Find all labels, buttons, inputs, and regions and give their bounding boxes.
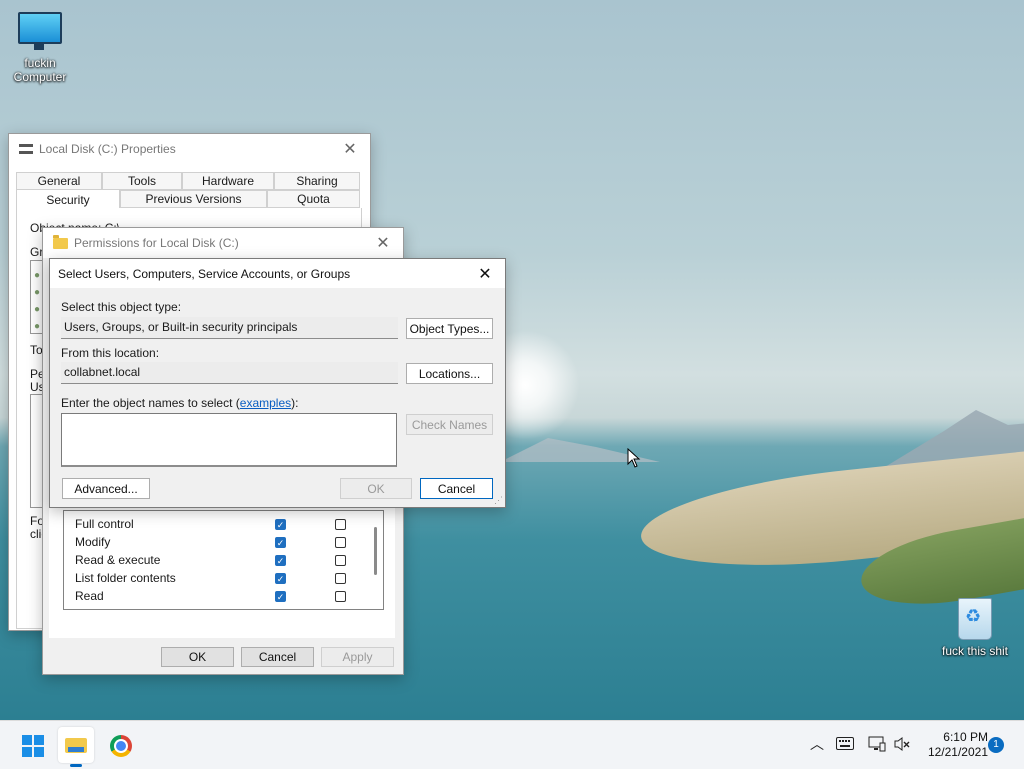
properties-title: Local Disk (C:) Properties <box>39 142 176 156</box>
file-explorer-icon <box>65 738 87 753</box>
permission-name: List folder contents <box>75 571 176 585</box>
deny-checkbox[interactable] <box>335 555 346 566</box>
object-names-label: Enter the object names to select (exampl… <box>61 396 299 410</box>
tab-hardware[interactable]: Hardware <box>182 172 274 190</box>
allow-checkbox[interactable]: ✓ <box>275 537 286 548</box>
chevron-up-icon[interactable]: ︿ <box>810 734 824 754</box>
permission-row: List folder contents ✓ <box>64 569 364 587</box>
permissions-titlebar[interactable]: Permissions for Local Disk (C:) ✕ <box>43 228 403 258</box>
desktop-icon-recycle-bin-label: fuck this shit <box>941 644 1009 658</box>
select-ok-button[interactable]: OK <box>340 478 412 499</box>
select-users-titlebar[interactable]: Select Users, Computers, Service Account… <box>50 259 505 288</box>
windows-start-icon <box>22 735 44 757</box>
check-names-button[interactable]: Check Names <box>406 414 493 435</box>
tab-quota[interactable]: Quota <box>267 190 360 208</box>
monitor-icon <box>18 12 62 50</box>
permission-list-scrollbar[interactable] <box>374 527 377 575</box>
taskbar-file-explorer[interactable] <box>58 727 94 767</box>
allow-checkbox[interactable]: ✓ <box>275 573 286 584</box>
tab-sharing[interactable]: Sharing <box>274 172 360 190</box>
mouse-cursor-icon <box>627 448 641 468</box>
taskbar: ︿ 6:10 PM 12/21/2021 1 <box>0 720 1024 769</box>
deny-checkbox[interactable] <box>335 519 346 530</box>
permissions-close-button[interactable]: ✕ <box>363 233 403 253</box>
permission-list: Full control ✓ Modify ✓ Read & execute ✓ List … <box>63 510 384 610</box>
chrome-icon <box>110 735 132 757</box>
examples-link[interactable]: examples <box>240 396 291 410</box>
clock-date: 12/21/2021 <box>927 745 988 759</box>
tab-security[interactable]: Security <box>16 189 120 209</box>
permission-name: Read <box>75 589 104 603</box>
permissions-title: Permissions for Local Disk (C:) <box>74 236 239 250</box>
deny-checkbox[interactable] <box>335 573 346 584</box>
clock-time: 6:10 PM <box>943 730 988 744</box>
desktop-icon-computer-label-1: fuckin <box>24 56 56 70</box>
start-button[interactable] <box>16 729 48 761</box>
tab-general[interactable]: General <box>16 172 102 190</box>
tab-tools[interactable]: Tools <box>102 172 182 190</box>
drive-icon <box>19 144 33 154</box>
permission-row: Modify ✓ <box>64 533 364 551</box>
allow-checkbox[interactable]: ✓ <box>275 555 286 566</box>
desktop-icon-computer-label-2: Computer <box>13 70 67 84</box>
volume-muted-icon[interactable] <box>893 736 911 752</box>
taskbar-active-indicator <box>70 764 82 767</box>
permission-row: Read ✓ <box>64 587 364 605</box>
keyboard-icon[interactable] <box>836 737 854 750</box>
permission-name: Full control <box>75 517 134 531</box>
permission-row: Full control ✓ <box>64 515 364 533</box>
properties-titlebar[interactable]: Local Disk (C:) Properties ✕ <box>9 134 370 164</box>
desktop-icon-computer[interactable]: fuckin Computer <box>0 12 80 84</box>
location-field: collabnet.local <box>61 362 398 384</box>
object-types-button[interactable]: Object Types... <box>406 318 493 339</box>
object-names-input[interactable] <box>61 413 397 467</box>
permission-name: Modify <box>75 535 111 549</box>
permissions-apply-button[interactable]: Apply <box>321 647 394 667</box>
object-type-field: Users, Groups, or Built-in security prin… <box>61 317 398 339</box>
taskbar-clock[interactable]: 6:10 PM 12/21/2021 <box>918 730 988 760</box>
taskbar-chrome[interactable] <box>104 729 136 761</box>
deny-checkbox[interactable] <box>335 537 346 548</box>
select-users-title: Select Users, Computers, Service Account… <box>58 266 351 281</box>
network-icon[interactable] <box>868 736 886 752</box>
to-change-label-partial: To <box>30 343 43 357</box>
permissions-cancel-button[interactable]: Cancel <box>241 647 314 667</box>
tab-previous-versions[interactable]: Previous Versions <box>120 190 267 208</box>
resize-grip-icon[interactable]: ⋰ <box>494 496 503 505</box>
properties-close-button[interactable]: ✕ <box>330 139 370 159</box>
permission-name: Read & execute <box>75 553 161 567</box>
object-type-label: Select this object type: <box>61 300 182 314</box>
permissions-ok-button[interactable]: OK <box>161 647 234 667</box>
select-users-close-button[interactable]: ✕ <box>465 264 505 284</box>
notification-badge[interactable]: 1 <box>988 737 1004 753</box>
folder-icon <box>53 234 68 249</box>
deny-checkbox[interactable] <box>335 591 346 602</box>
location-label: From this location: <box>61 346 160 360</box>
permission-row: Read & execute ✓ <box>64 551 364 569</box>
desktop-icon-recycle-bin[interactable]: ♻ fuck this shit <box>935 598 1015 658</box>
allow-checkbox[interactable]: ✓ <box>275 591 286 602</box>
select-users-dialog: Select Users, Computers, Service Account… <box>49 258 506 508</box>
recycle-bin-icon: ♻ <box>958 598 992 640</box>
allow-checkbox[interactable]: ✓ <box>275 519 286 530</box>
advanced-button[interactable]: Advanced... <box>62 478 150 499</box>
locations-button[interactable]: Locations... <box>406 363 493 384</box>
select-cancel-button[interactable]: Cancel <box>420 478 493 499</box>
